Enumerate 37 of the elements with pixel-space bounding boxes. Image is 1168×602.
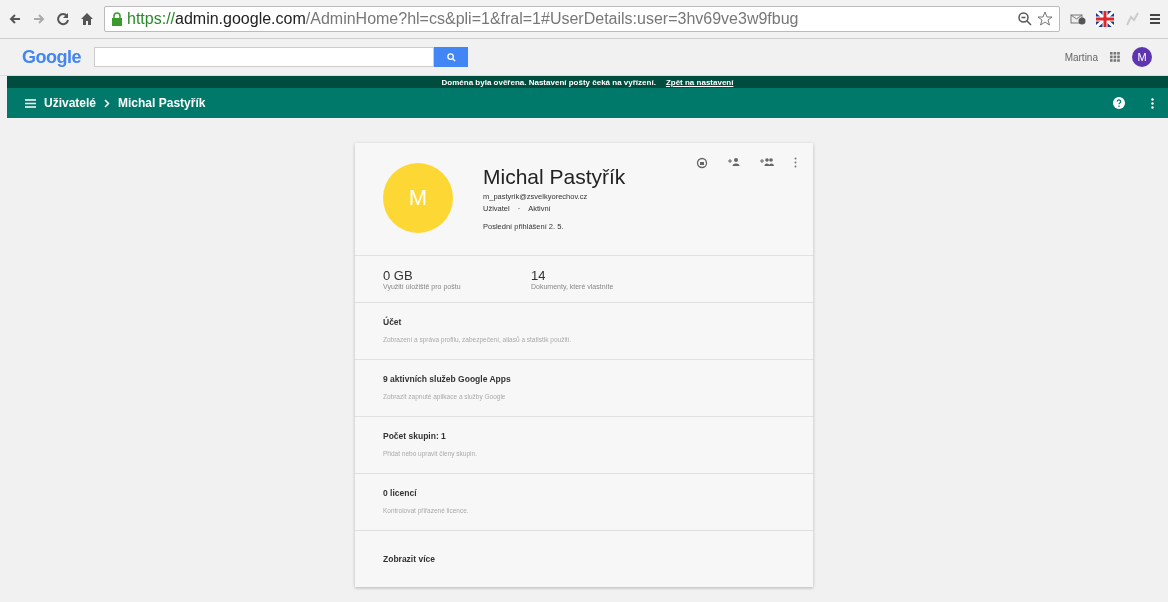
section-title: 0 licencí (383, 488, 418, 498)
notice-text: Doména byla ověřena. Nastavení pošty čeká na vyřízení. (441, 77, 656, 87)
stat-value: 14 (531, 268, 547, 283)
home-icon[interactable] (80, 12, 94, 26)
back-icon[interactable] (8, 12, 22, 26)
user-name: Michal Pastyřík (483, 165, 626, 189)
section-title: 9 aktivních služeb Google Apps (383, 374, 512, 384)
menu-icon[interactable] (1150, 13, 1160, 25)
settings-link[interactable]: Zpět na nastavení (665, 77, 734, 87)
lock-reset-icon[interactable] (696, 157, 708, 169)
section-item[interactable]: Zobrazit více (355, 531, 813, 587)
add-group-icon[interactable] (760, 157, 774, 167)
flag-icon[interactable] (1096, 11, 1114, 27)
section-title: Účet (383, 317, 403, 327)
stat-value: 0 GB (383, 268, 414, 283)
reload-icon[interactable] (56, 12, 70, 26)
envelope-icon[interactable] (1070, 12, 1086, 26)
section-title: Zobrazit více (383, 554, 436, 564)
section-title: Počet skupin: 1 (383, 431, 447, 441)
chevron-icon (104, 98, 111, 108)
breadcrumb-item[interactable]: Michal Pastyřík (118, 96, 206, 110)
search-button[interactable] (434, 47, 468, 67)
search-icon (446, 52, 456, 62)
user-name: Martina (1064, 51, 1098, 63)
star-icon[interactable] (1037, 11, 1053, 27)
zoom-out-icon[interactable] (1017, 11, 1033, 27)
add-person-icon[interactable] (728, 157, 740, 167)
search-field[interactable] (94, 47, 434, 67)
address-bar[interactable]: https://admin.google.com/AdminHome?hl=cs&pli=1&fral=1#UserDetails:user=3hv69ve3w9fbug (104, 6, 1060, 32)
help-icon[interactable] (1113, 97, 1125, 109)
lock-icon (111, 12, 123, 26)
breadcrumb-item[interactable]: Uživatelé (44, 96, 97, 110)
apps-grid-icon[interactable] (1110, 52, 1120, 62)
user-avatar: M (383, 163, 453, 233)
more-icon[interactable] (1151, 97, 1154, 109)
account-avatar[interactable]: M (1132, 47, 1152, 67)
more-icon[interactable] (794, 157, 797, 168)
